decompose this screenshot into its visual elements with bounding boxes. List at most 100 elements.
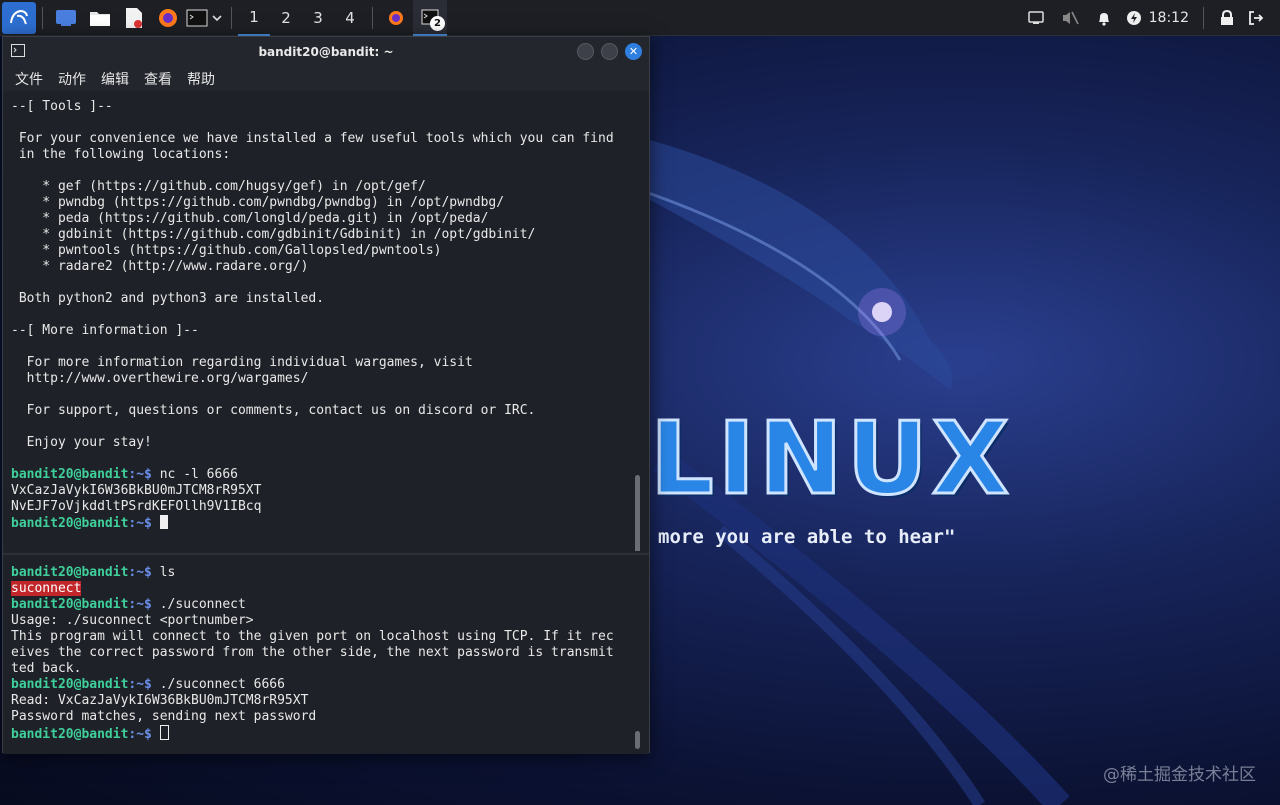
bell-icon (1098, 12, 1109, 26)
mute-icon (1062, 11, 1079, 24)
executable-filename: suconnect (11, 581, 82, 596)
terminal-line: This program will connect to the given p… (11, 629, 614, 644)
menu-bar: 文件 动作 编辑 查看 帮助 (3, 67, 649, 91)
volume-button[interactable] (1053, 0, 1087, 36)
lock-screen-button[interactable] (1210, 0, 1244, 36)
logout-button[interactable] (1244, 0, 1268, 36)
window-titlebar[interactable]: bandit20@bandit: ~ ✕ (3, 37, 649, 67)
menu-help[interactable]: 帮助 (187, 69, 215, 89)
firefox-task-button[interactable] (379, 0, 413, 36)
files-launcher[interactable] (83, 0, 117, 36)
terminal-line: NvEJF7oVjkddltPSrdKEFOllh9V1IBcq (11, 499, 262, 514)
terminal-line: For your convenience we have installed a… (11, 131, 614, 146)
taskbar-separator (231, 6, 232, 29)
terminal-line: eives the correct password from the othe… (11, 645, 614, 660)
terminal-window: bandit20@bandit: ~ ✕ 文件 动作 编辑 查看 帮助 --[ … (2, 36, 650, 754)
firefox-launcher[interactable] (151, 0, 185, 36)
watermark: @稀土掘金技术社区 (1103, 765, 1256, 785)
menu-edit[interactable]: 编辑 (101, 69, 129, 89)
kali-menu-icon (10, 9, 28, 24)
close-icon: ✕ (628, 45, 639, 58)
scrollbar-top[interactable] (635, 475, 640, 551)
workspace-1[interactable]: 1 (238, 0, 270, 36)
terminal-line: bandit20@bandit:~$ ls (11, 565, 176, 580)
terminal-line: in the following locations: (11, 147, 231, 162)
terminal-cursor (159, 515, 168, 529)
terminal-line: ted back. (11, 661, 82, 676)
terminal-line: --[ Tools ]-- (11, 99, 113, 114)
terminal-line: Enjoy your stay! (11, 435, 152, 450)
kali-menu-button[interactable] (2, 1, 36, 34)
terminal-line: bandit20@bandit:~$ (3, 725, 649, 742)
taskbar-separator (1203, 6, 1204, 29)
display-icon (1027, 10, 1044, 24)
window-title: bandit20@bandit: ~ (258, 45, 394, 59)
terminal-line: http://www.overthewire.org/wargames/ (11, 371, 309, 386)
terminal-line: suconnect (3, 581, 649, 597)
chevron-down-icon (212, 14, 222, 21)
terminal-cursor (159, 725, 169, 740)
task-count-badge: 2 (430, 15, 445, 31)
power-status-button[interactable] (1121, 0, 1147, 36)
terminal-task-button[interactable]: 2 (413, 0, 447, 36)
taskbar-separator (42, 6, 43, 29)
terminal-pane-bottom[interactable]: bandit20@bandit:~$ ls suconnect bandit20… (3, 553, 649, 754)
logout-icon (1249, 10, 1264, 25)
terminal-line: * radare2 (http://www.radare.org/) (11, 259, 309, 274)
terminal-line: Read: VxCazJaVykI6W36BkBU0mJTCM8rR95XT (11, 693, 309, 708)
terminal-icon (186, 9, 208, 26)
firefox-task-icon (389, 10, 403, 25)
workspace-4[interactable]: 4 (334, 0, 366, 36)
terminal-line: * gdbinit (https://github.com/gdbinit/Gd… (11, 227, 536, 242)
terminal-line: Usage: ./suconnect <portnumber> (11, 613, 254, 628)
wallpaper-logo-text: LINUX (649, 399, 1013, 519)
terminal-line: bandit20@bandit:~$ ./suconnect (11, 597, 246, 612)
taskbar: 1 2 3 4 2 18:12 (0, 0, 1280, 36)
terminal-pane-top[interactable]: --[ Tools ]-- For your convenience we ha… (3, 93, 649, 551)
clock[interactable]: 18:12 (1149, 10, 1189, 26)
desktop-icon (56, 9, 76, 26)
workspace-3[interactable]: 3 (302, 0, 334, 36)
close-button[interactable]: ✕ (625, 43, 642, 60)
terminal-line: * pwndbg (https://github.com/pwndbg/pwnd… (11, 195, 505, 210)
minimize-button[interactable] (577, 43, 594, 60)
maximize-button[interactable] (601, 43, 618, 60)
lock-icon (1221, 9, 1233, 25)
power-icon (1126, 10, 1141, 25)
files-icon (90, 11, 110, 26)
scrollbar-bottom[interactable] (635, 731, 640, 749)
terminal-line: --[ More information ]-- (11, 323, 199, 338)
terminal-line: Password matches, sending next password (11, 709, 317, 724)
terminal-line: bandit20@bandit:~$ (3, 515, 649, 531)
terminal-line: For more information regarding individua… (11, 355, 473, 370)
terminal-line: For support, questions or comments, cont… (11, 403, 536, 418)
motd-text: --[ Tools ]-- For your convenience we ha… (3, 99, 649, 467)
notifications-button[interactable] (1087, 0, 1121, 36)
text-editor-icon (126, 7, 142, 28)
taskbar-separator (372, 6, 373, 29)
text-editor-launcher[interactable] (117, 0, 151, 36)
terminal-line: bandit20@bandit:~$ ./suconnect 6666 (11, 677, 285, 692)
terminal-line: Both python2 and python3 are installed. (11, 291, 325, 306)
terminal-launcher[interactable] (185, 0, 209, 36)
terminal-line: bandit20@bandit:~$ nc -l 6666 (11, 467, 238, 482)
show-desktop-button[interactable] (49, 0, 83, 36)
launcher-dropdown[interactable] (209, 0, 225, 36)
wallpaper-quote: more you are able to hear" (658, 526, 956, 548)
terminal-line: VxCazJaVykI6W36BkBU0mJTCM8rR95XT (11, 483, 262, 498)
menu-file[interactable]: 文件 (15, 69, 43, 89)
menu-actions[interactable]: 动作 (58, 69, 86, 89)
terminal-line: * gef (https://github.com/hugsy/gef) in … (11, 179, 426, 194)
display-button[interactable] (1019, 0, 1053, 36)
terminal-line: * peda (https://github.com/longld/peda.g… (11, 211, 489, 226)
workspace-2[interactable]: 2 (270, 0, 302, 36)
menu-view[interactable]: 查看 (144, 69, 172, 89)
